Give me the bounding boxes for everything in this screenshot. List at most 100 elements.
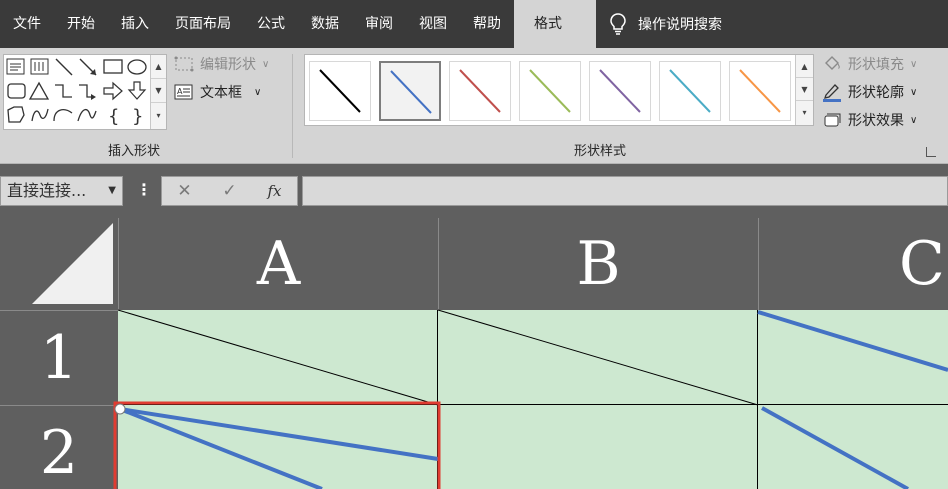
- svg-text:}: }: [132, 106, 143, 127]
- shape-styles-gallery: ▲ ▼ ▾: [304, 54, 814, 126]
- enter-icon[interactable]: ✓: [207, 181, 252, 201]
- edit-shape-label: 编辑形状: [200, 57, 256, 73]
- name-box[interactable]: 直接连接... ▼: [0, 176, 123, 206]
- arrow-line-shape-icon[interactable]: [79, 58, 97, 76]
- tab-review[interactable]: 审阅: [352, 0, 406, 48]
- shape-fill-label: 形状填充: [848, 57, 904, 73]
- menu-bar: 文件 开始 插入 页面布局 公式 数据 审阅 视图 帮助 格式 操作说明搜索: [0, 0, 948, 48]
- chevron-down-icon: ∨: [910, 86, 918, 98]
- shape-effects-icon: [824, 113, 841, 127]
- tab-page-layout[interactable]: 页面布局: [162, 0, 244, 48]
- style-line-preview-icon: [599, 69, 641, 113]
- cell-b1[interactable]: [438, 310, 758, 405]
- style-line-preview-icon: [529, 69, 571, 113]
- tab-file[interactable]: 文件: [0, 0, 54, 48]
- shape-fill-button[interactable]: 形状填充 ∨: [822, 54, 917, 74]
- style-line-preview-icon: [669, 69, 711, 113]
- scroll-up-icon[interactable]: ▲: [796, 55, 813, 78]
- shape-style-swatch[interactable]: [659, 61, 721, 121]
- styles-gallery-scroll[interactable]: ▲ ▼ ▾: [795, 55, 813, 125]
- left-brace-shape-icon[interactable]: {: [108, 106, 119, 127]
- select-all-corner[interactable]: [0, 218, 118, 310]
- tab-format[interactable]: 格式: [514, 0, 596, 48]
- edit-shape-icon: [174, 56, 194, 72]
- shape-effects-label: 形状效果: [848, 113, 904, 129]
- paint-bucket-icon: [825, 56, 840, 70]
- insert-function-icon[interactable]: fx: [252, 182, 297, 200]
- cell-c2[interactable]: [758, 405, 948, 489]
- pen-outline-icon: [823, 84, 841, 102]
- down-arrow-shape-icon[interactable]: [127, 81, 147, 100]
- tab-data[interactable]: 数据: [298, 0, 352, 48]
- shapes-gallery-scroll[interactable]: ▲ ▼ ▾: [150, 55, 166, 129]
- row-header-2[interactable]: 2: [0, 405, 118, 489]
- shape-outline-button[interactable]: 形状轮廓 ∨: [822, 82, 917, 102]
- chevron-down-icon: ∨: [254, 86, 262, 98]
- text-box-shape-icon[interactable]: [6, 58, 25, 75]
- text-box-label: 文本框: [200, 85, 242, 101]
- chevron-down-icon: ∨: [262, 58, 270, 70]
- shape-style-swatch[interactable]: [519, 61, 581, 121]
- lightbulb-icon: [610, 13, 626, 35]
- tell-me-search[interactable]: 操作说明搜索: [610, 13, 722, 35]
- vertical-text-box-shape-icon[interactable]: [30, 58, 49, 75]
- tab-help[interactable]: 帮助: [460, 0, 514, 48]
- rectangle-shape-icon[interactable]: [103, 59, 123, 74]
- tab-home[interactable]: 开始: [54, 0, 108, 48]
- tab-formulas[interactable]: 公式: [244, 0, 298, 48]
- column-header-a[interactable]: A: [118, 218, 438, 310]
- scroll-down-icon[interactable]: ▼: [151, 79, 166, 103]
- column-header-c[interactable]: C: [758, 218, 948, 310]
- shape-style-swatch[interactable]: [729, 61, 791, 121]
- cell-a2[interactable]: [118, 405, 438, 489]
- shape-outline-label: 形状轮廓: [848, 85, 904, 101]
- scribble-shape-icon[interactable]: [31, 108, 49, 122]
- cell-b2[interactable]: [438, 405, 758, 489]
- curve-shape-icon[interactable]: [77, 109, 97, 122]
- arc-shape-icon[interactable]: [53, 109, 73, 122]
- row-header-1[interactable]: 1: [0, 310, 118, 405]
- shape-effects-button[interactable]: 形状效果 ∨: [822, 110, 917, 130]
- line-shape-icon[interactable]: [55, 58, 73, 76]
- expand-gallery-icon[interactable]: ▾: [796, 101, 813, 124]
- shape-style-swatch[interactable]: [309, 61, 371, 121]
- svg-text:A: A: [177, 87, 183, 96]
- text-box-button[interactable]: A 文本框 ∨: [174, 82, 261, 102]
- svg-text:{: {: [108, 106, 119, 127]
- dialog-launcher-icon[interactable]: [926, 147, 936, 157]
- tab-view[interactable]: 视图: [406, 0, 460, 48]
- shape-style-swatch[interactable]: [589, 61, 651, 121]
- formula-input[interactable]: [302, 176, 948, 206]
- excel-window: 文件 开始 插入 页面布局 公式 数据 审阅 视图 帮助 格式 操作说明搜索 {…: [0, 0, 948, 489]
- ribbon: { } ▲ ▼ ▾ 编辑形状 ∨ A 文本框 ∨ 插入形状 ▲ ▼ ▾ 形状样式…: [0, 48, 948, 164]
- shape-styles-group-label: 形状样式: [574, 144, 627, 159]
- freeform-shape-icon[interactable]: [7, 106, 25, 123]
- elbow-arrow-connector-shape-icon[interactable]: [79, 84, 96, 100]
- vertical-dots-icon[interactable]: ⋮: [136, 180, 152, 199]
- style-line-preview-icon: [390, 70, 432, 114]
- oval-shape-icon[interactable]: [127, 59, 147, 75]
- chevron-down-icon: ∨: [910, 114, 918, 126]
- style-line-preview-icon: [459, 69, 501, 113]
- right-brace-shape-icon[interactable]: }: [132, 106, 143, 127]
- scroll-down-icon[interactable]: ▼: [796, 78, 813, 101]
- dropdown-arrow-icon[interactable]: ▼: [108, 177, 116, 205]
- column-header-b[interactable]: B: [438, 218, 758, 310]
- expand-gallery-icon[interactable]: ▾: [151, 103, 166, 127]
- cancel-icon[interactable]: ✕: [162, 181, 207, 201]
- edit-shape-button[interactable]: 编辑形状 ∨: [174, 54, 269, 74]
- tell-me-label: 操作说明搜索: [638, 17, 722, 33]
- right-arrow-shape-icon[interactable]: [103, 81, 123, 101]
- shape-style-swatch[interactable]: [449, 61, 511, 121]
- triangle-shape-icon[interactable]: [28, 81, 50, 100]
- insert-shapes-group-label: 插入形状: [108, 144, 161, 159]
- rounded-rectangle-shape-icon[interactable]: [7, 83, 26, 99]
- name-box-value: 直接连接...: [7, 181, 87, 200]
- elbow-connector-shape-icon[interactable]: [55, 84, 72, 98]
- scroll-up-icon[interactable]: ▲: [151, 55, 166, 79]
- cell-a1[interactable]: [118, 310, 438, 405]
- cell-c1[interactable]: [758, 310, 948, 405]
- shape-style-swatch[interactable]: [379, 61, 441, 121]
- tab-insert[interactable]: 插入: [108, 0, 162, 48]
- text-box-icon: A: [174, 84, 193, 100]
